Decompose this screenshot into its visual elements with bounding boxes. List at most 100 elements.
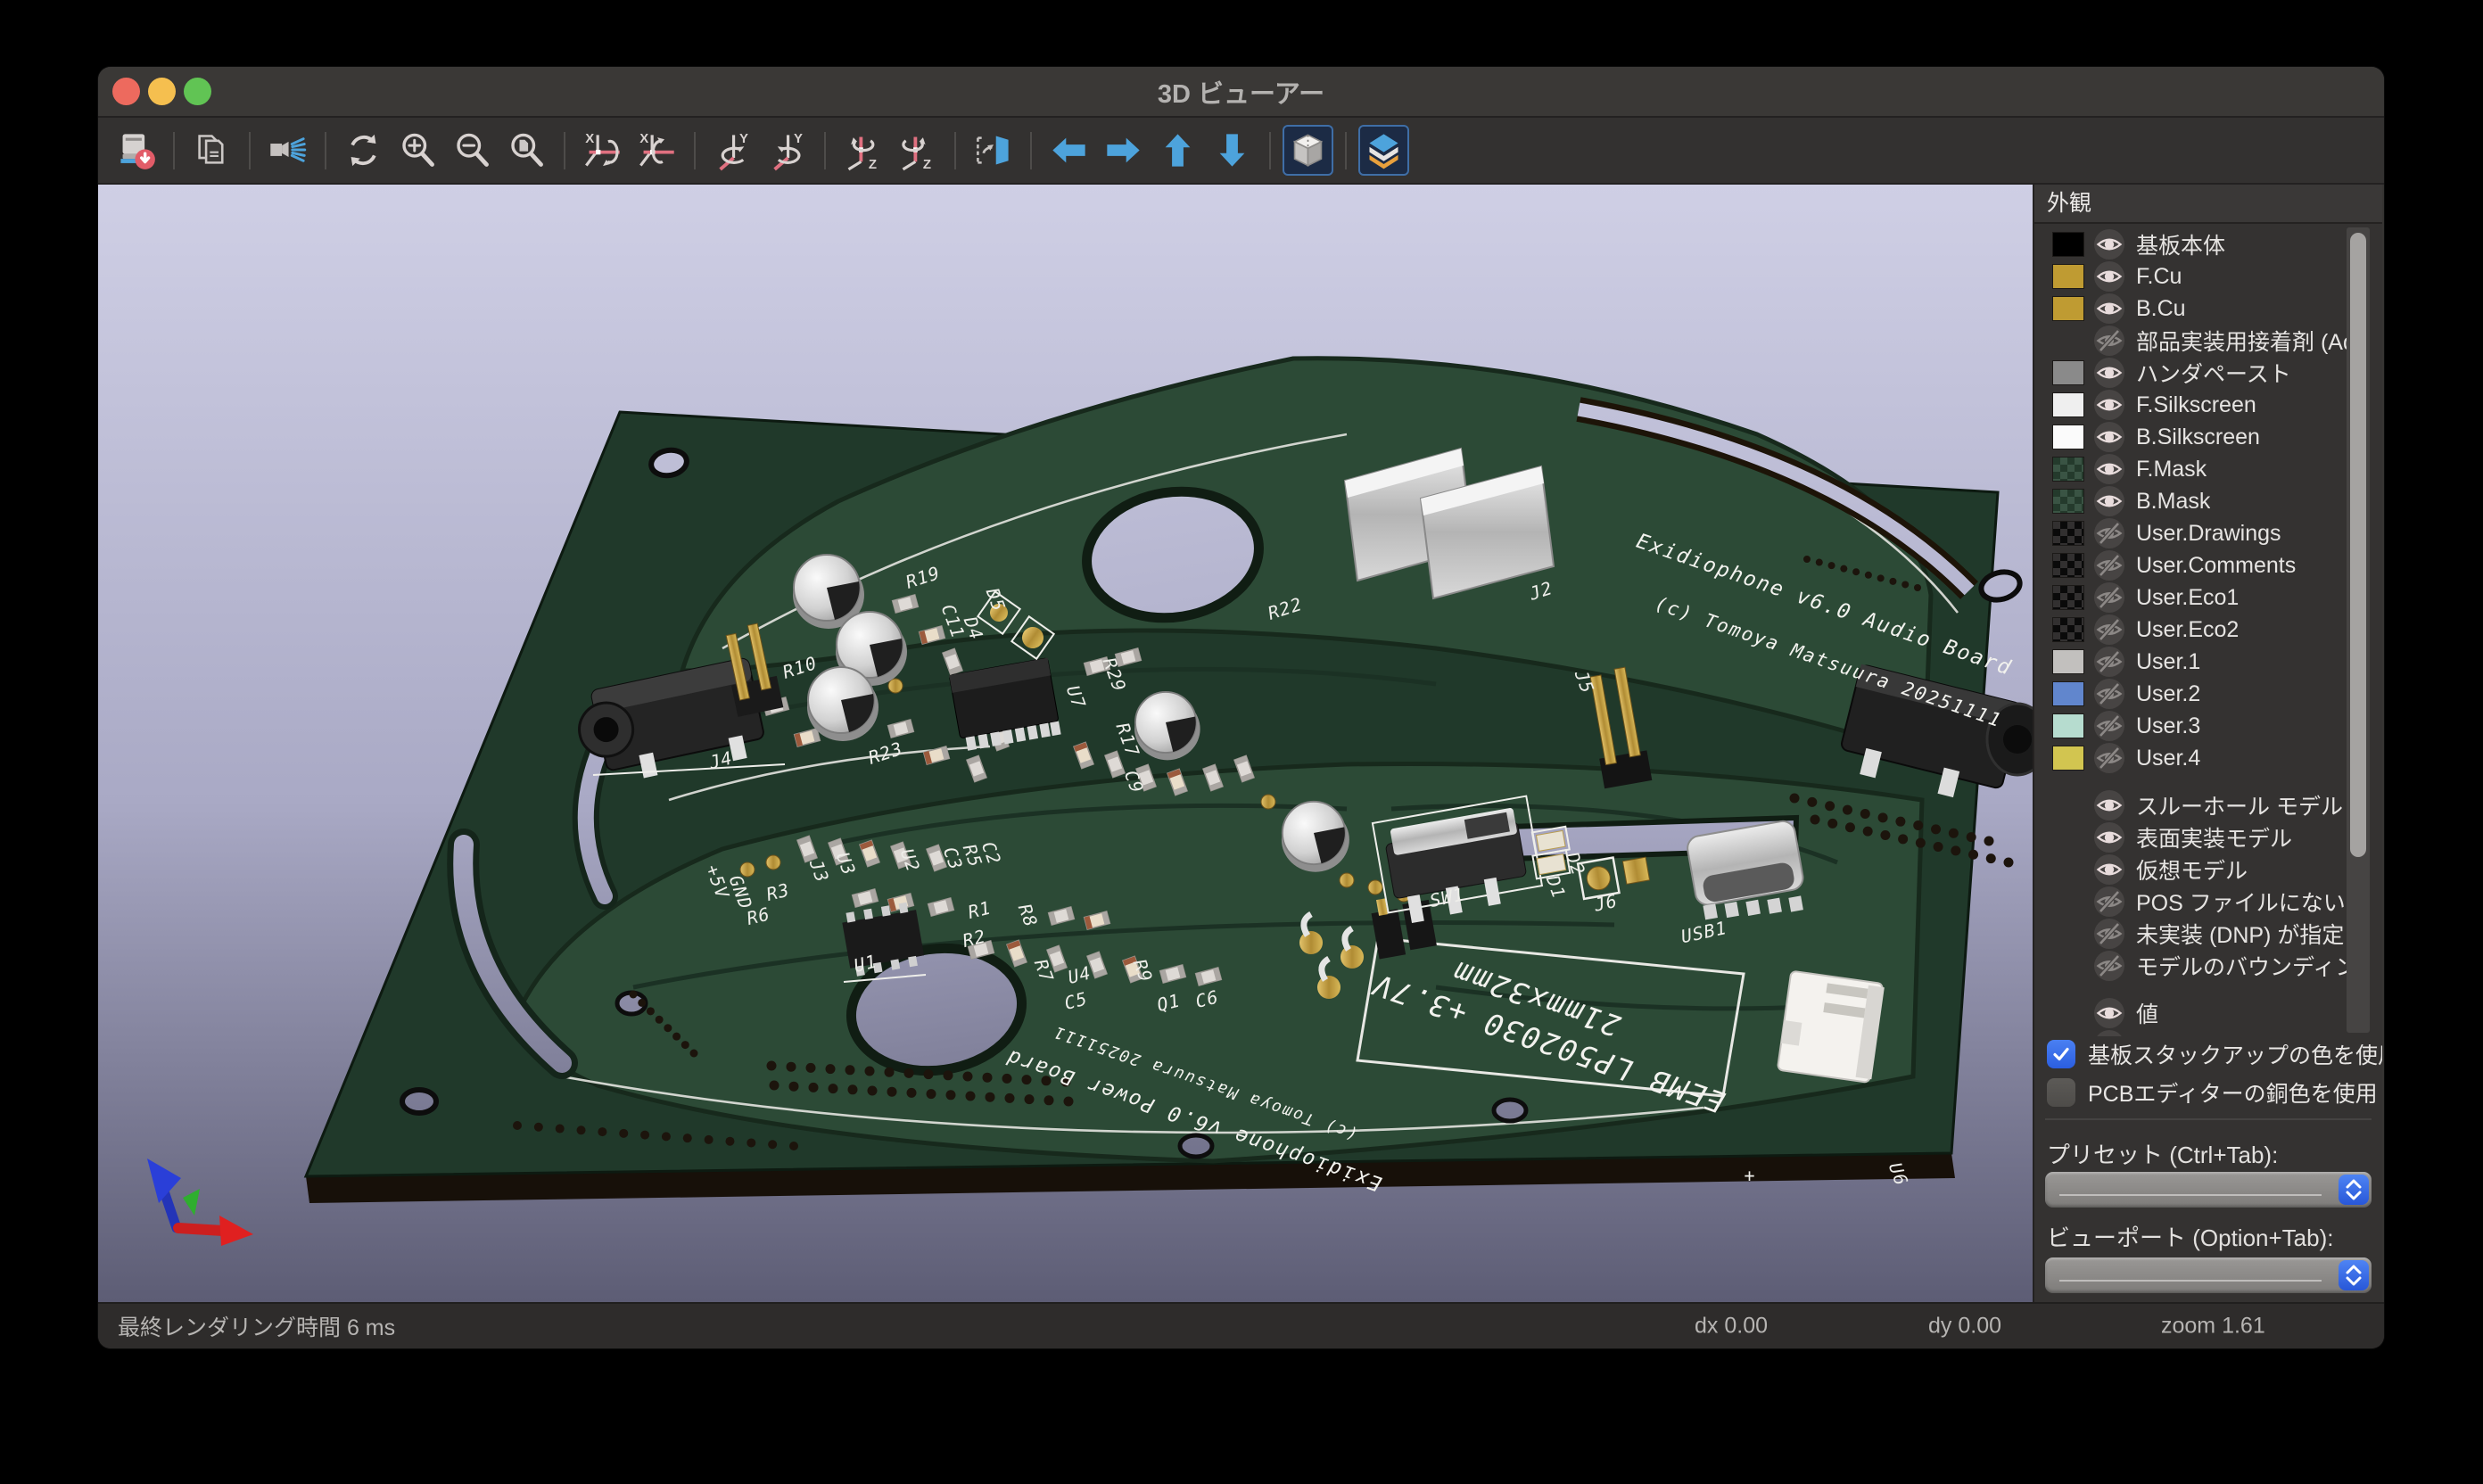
layer-color-swatch[interactable] <box>2052 264 2084 289</box>
combo-stepper-icon[interactable] <box>2339 1260 2369 1290</box>
layer-row[interactable] <box>2034 1029 2382 1036</box>
visibility-toggle[interactable] <box>2093 1029 2125 1036</box>
flip-board-button[interactable] <box>968 125 1019 176</box>
visibility-toggle[interactable] <box>2093 325 2125 357</box>
maximize-button[interactable] <box>184 78 211 105</box>
visibility-toggle[interactable] <box>2093 421 2125 453</box>
layer-row[interactable]: F.Silkscreen <box>2034 389 2382 421</box>
layer-row[interactable]: User.2 <box>2034 678 2382 710</box>
rotate-z-cw-button[interactable]: Z <box>892 125 943 176</box>
visibility-toggle[interactable] <box>2093 742 2125 774</box>
appearance-panel-button[interactable] <box>1358 125 1409 176</box>
pan-right-button[interactable] <box>1098 125 1149 176</box>
pan-down-button[interactable] <box>1207 125 1258 176</box>
checkbox-checked-icon[interactable] <box>2047 1040 2075 1068</box>
minimize-button[interactable] <box>148 78 176 105</box>
close-button[interactable] <box>112 78 140 105</box>
visibility-toggle[interactable] <box>2093 918 2125 950</box>
layer-color-swatch[interactable] <box>2052 649 2084 674</box>
zoom-in-button[interactable] <box>392 125 443 176</box>
layer-row[interactable]: F.Cu <box>2034 260 2382 293</box>
visibility-toggle[interactable] <box>2093 853 2125 886</box>
layer-row[interactable]: モデルのバウンディング <box>2034 950 2382 982</box>
visibility-toggle[interactable] <box>2093 950 2125 982</box>
visibility-toggle[interactable] <box>2093 581 2125 614</box>
layer-row[interactable]: B.Silkscreen <box>2034 421 2382 453</box>
layer-row[interactable]: 基板本体 <box>2034 228 2382 260</box>
checkbox-unchecked-icon[interactable] <box>2047 1078 2075 1107</box>
layer-color-swatch[interactable] <box>2052 521 2084 546</box>
render-current-view-button[interactable] <box>262 125 313 176</box>
pan-up-button[interactable] <box>1152 125 1203 176</box>
visibility-toggle[interactable] <box>2093 710 2125 742</box>
layer-color-swatch[interactable] <box>2052 296 2084 321</box>
visibility-toggle[interactable] <box>2093 886 2125 918</box>
3d-viewport[interactable]: Exidiophone v6.0 Audio Board (c) Tomoya … <box>98 185 2033 1302</box>
layer-row[interactable]: User.4 <box>2034 742 2382 774</box>
visibility-toggle[interactable] <box>2093 997 2125 1029</box>
visibility-toggle[interactable] <box>2093 821 2125 853</box>
visibility-toggle[interactable] <box>2093 357 2125 389</box>
preset-combo[interactable] <box>2045 1172 2372 1208</box>
layer-color-swatch[interactable] <box>2052 585 2084 610</box>
layer-color-swatch[interactable] <box>2052 360 2084 385</box>
export-image-button[interactable] <box>111 125 161 176</box>
visibility-toggle[interactable] <box>2093 293 2125 325</box>
layer-row[interactable]: User.Comments <box>2034 549 2382 581</box>
refresh-view-button[interactable] <box>338 125 389 176</box>
layer-color-swatch[interactable] <box>2052 457 2084 482</box>
layer-row[interactable]: User.1 <box>2034 646 2382 678</box>
layer-row[interactable]: POS ファイルにないモ <box>2034 886 2382 918</box>
viewport-combo[interactable] <box>2045 1257 2372 1293</box>
checkbox-board-stackup-colors[interactable]: 基板スタックアップの色を使用 <box>2047 1036 2382 1072</box>
pcb-3d-canvas[interactable]: Exidiophone v6.0 Audio Board (c) Tomoya … <box>98 185 2033 1307</box>
visibility-toggle[interactable] <box>2093 549 2125 581</box>
layer-color-swatch[interactable] <box>2052 713 2084 738</box>
layer-row[interactable]: F.Mask <box>2034 453 2382 485</box>
layer-row[interactable]: B.Cu <box>2034 293 2382 325</box>
rotate-y-cw-button[interactable]: Y <box>762 125 813 176</box>
visibility-toggle[interactable] <box>2093 678 2125 710</box>
visibility-toggle[interactable] <box>2093 646 2125 678</box>
visibility-toggle[interactable] <box>2093 389 2125 421</box>
layer-color-swatch[interactable] <box>2052 681 2084 706</box>
visibility-toggle[interactable] <box>2093 614 2125 646</box>
zoom-fit-button[interactable] <box>501 125 552 176</box>
pan-left-button[interactable] <box>1044 125 1094 176</box>
layer-row[interactable]: User.Eco2 <box>2034 614 2382 646</box>
layer-color-swatch[interactable] <box>2052 489 2084 514</box>
layer-row[interactable]: User.Eco1 <box>2034 581 2382 614</box>
layer-row[interactable]: User.3 <box>2034 710 2382 742</box>
layer-color-swatch[interactable] <box>2052 617 2084 642</box>
layer-color-swatch[interactable] <box>2052 232 2084 257</box>
visibility-toggle[interactable] <box>2093 453 2125 485</box>
visibility-toggle[interactable] <box>2093 485 2125 517</box>
titlebar[interactable]: 3D ビューアー <box>98 67 2384 118</box>
layer-color-swatch[interactable] <box>2052 553 2084 578</box>
zoom-out-button[interactable] <box>447 125 498 176</box>
rotate-z-ccw-button[interactable]: Z <box>837 125 888 176</box>
layer-color-swatch[interactable] <box>2052 746 2084 771</box>
layer-row[interactable]: スルーホール モデル <box>2034 789 2382 821</box>
layer-color-swatch[interactable] <box>2052 392 2084 417</box>
layer-row[interactable]: User.Drawings <box>2034 517 2382 549</box>
visibility-toggle[interactable] <box>2093 789 2125 821</box>
orthographic-projection-button[interactable] <box>1283 125 1333 176</box>
combo-stepper-icon[interactable] <box>2339 1175 2369 1205</box>
rotate-x-cw-button[interactable]: X <box>631 125 682 176</box>
rotate-y-ccw-button[interactable]: Y <box>707 125 758 176</box>
rotate-x-ccw-button[interactable]: X <box>577 125 628 176</box>
visibility-toggle[interactable] <box>2093 517 2125 549</box>
layer-row[interactable]: ハンダペースト <box>2034 357 2382 389</box>
visibility-toggle[interactable] <box>2093 260 2125 293</box>
layer-row[interactable]: 表面実装モデル <box>2034 821 2382 853</box>
visibility-toggle[interactable] <box>2093 228 2125 260</box>
layer-row[interactable]: 部品実装用接着剤 (Adh <box>2034 325 2382 357</box>
layer-row[interactable]: B.Mask <box>2034 485 2382 517</box>
layer-row[interactable]: 未実装 (DNP) が指定さ <box>2034 918 2382 950</box>
layer-row[interactable]: 仮想モデル <box>2034 853 2382 886</box>
layer-color-swatch[interactable] <box>2052 425 2084 449</box>
checkbox-pcb-editor-copper-colors[interactable]: PCBエディターの銅色を使用 <box>2047 1075 2378 1110</box>
copy-button[interactable] <box>186 125 237 176</box>
layer-row[interactable]: 値 <box>2034 997 2382 1029</box>
